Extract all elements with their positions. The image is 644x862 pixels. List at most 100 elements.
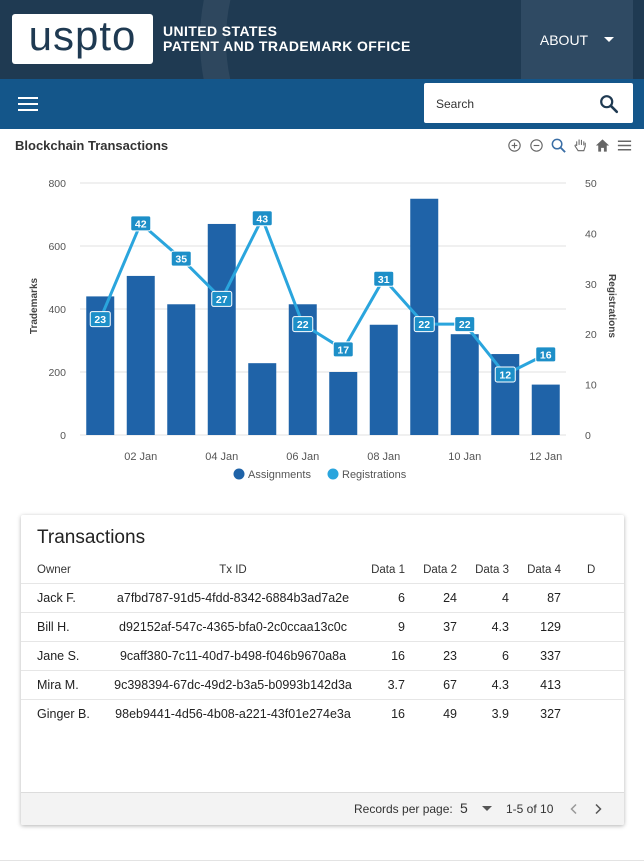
- cell-data2: 24: [413, 583, 465, 613]
- table-row[interactable]: Ginger B. 98eb9441-4d56-4b08-a221-43f01e…: [21, 699, 624, 728]
- data-label: 22: [297, 319, 309, 331]
- y-right-tick-label: 0: [585, 430, 591, 442]
- bar-assignments: [167, 304, 196, 435]
- cell-data5: [569, 641, 624, 671]
- magnifier-icon[interactable]: [550, 137, 567, 154]
- hamburger-menu-icon[interactable]: [18, 97, 38, 111]
- table-row[interactable]: Bill H. d92152af-547c-4365-bfa0-2c0ccaa1…: [21, 612, 624, 642]
- data-label: 31: [378, 274, 390, 286]
- data-label: 12: [499, 370, 511, 382]
- column-header-data3[interactable]: Data 3: [465, 556, 517, 584]
- y-right-tick-label: 40: [585, 228, 597, 240]
- column-header-data1[interactable]: Data 1: [361, 556, 413, 584]
- zoom-in-icon[interactable]: [506, 137, 523, 154]
- x-tick-label: 06 Jan: [286, 451, 319, 463]
- search-icon[interactable]: [598, 93, 620, 115]
- combo-chart: 0 200 400 600 800 0 10 20 30 40 50 Trademarks Regist…: [29, 178, 617, 481]
- agency-line-2: PATENT AND TRADEMARK OFFICE: [163, 38, 411, 54]
- card-title: Transactions: [37, 527, 146, 548]
- cell-owner: Jack F.: [21, 583, 105, 613]
- table-footer: Records per page: 5 1-5 of 10: [21, 792, 624, 825]
- cell-txid: 9c398394-67dc-49d2-b3a5-b0993b142d3a: [105, 670, 361, 700]
- column-header-data2[interactable]: Data 2: [413, 556, 465, 584]
- cell-owner: Mira M.: [21, 670, 105, 700]
- cell-data3: 4.3: [465, 612, 517, 642]
- table-row[interactable]: Jane S. 9caff380-7c11-40d7-b498-f046b967…: [21, 641, 624, 671]
- bar-assignments: [329, 372, 358, 435]
- cell-data2: 49: [413, 699, 465, 728]
- cell-data2: 37: [413, 612, 465, 642]
- column-header-owner[interactable]: Owner: [21, 556, 105, 584]
- cell-data1: 16: [361, 699, 413, 728]
- data-label: 22: [459, 319, 471, 331]
- cell-data3: 4.3: [465, 670, 517, 700]
- transactions-card: Transactions Owner Tx ID Data 1 Data 2 D…: [21, 515, 624, 825]
- cell-data2: 67: [413, 670, 465, 700]
- cell-txid: 9caff380-7c11-40d7-b498-f046b9670a8a: [105, 641, 361, 671]
- bar-assignments: [248, 363, 277, 435]
- bar-assignments: [126, 275, 155, 435]
- chevron-left-icon[interactable]: [567, 802, 581, 816]
- cell-data4: 129: [517, 612, 569, 642]
- cell-data5: [569, 699, 624, 728]
- table-header-row: Owner Tx ID Data 1 Data 2 Data 3 Data 4 …: [21, 556, 624, 584]
- y-left-tick-label: 600: [48, 241, 66, 253]
- header-bar: uspto UNITED STATES PATENT AND TRADEMARK…: [0, 0, 644, 79]
- x-tick-label: 08 Jan: [367, 451, 400, 463]
- data-label: 43: [256, 213, 268, 225]
- legend-marker-assignments: [233, 468, 245, 480]
- uspto-logo[interactable]: uspto: [12, 14, 153, 64]
- cell-data3: 6: [465, 641, 517, 671]
- cell-owner: Bill H.: [21, 612, 105, 642]
- table-row[interactable]: Jack F. a7fbd787-91d5-4fdd-8342-6884b3ad…: [21, 583, 624, 613]
- chevron-right-icon[interactable]: [591, 802, 605, 816]
- cell-data5: [569, 612, 624, 642]
- column-header-txid[interactable]: Tx ID: [105, 556, 361, 584]
- nav-bar: [0, 79, 644, 129]
- menu-icon[interactable]: [616, 137, 633, 154]
- column-header-data5[interactable]: D: [569, 556, 624, 584]
- dropdown-caret-icon: [482, 806, 492, 811]
- y-right-axis-title: Registrations: [606, 274, 617, 338]
- data-label: 35: [175, 254, 187, 266]
- column-header-data4[interactable]: Data 4: [517, 556, 569, 584]
- bar-assignments: [531, 384, 560, 435]
- line-registrations: [98, 216, 547, 377]
- cell-data1: 3.7: [361, 670, 413, 700]
- y-left-axis-title: Trademarks: [29, 277, 40, 334]
- y-right-tick-label: 10: [585, 380, 597, 392]
- cell-txid: a7fbd787-91d5-4fdd-8342-6884b3ad7a2e: [105, 583, 361, 613]
- cell-txid: d92152af-547c-4365-bfa0-2c0ccaa13c0c: [105, 612, 361, 642]
- chart-title: Blockchain Transactions: [15, 138, 169, 153]
- cell-data2: 23: [413, 641, 465, 671]
- bar-assignments: [369, 324, 398, 435]
- data-label: 22: [418, 319, 430, 331]
- data-label: 23: [94, 314, 106, 326]
- page-range: 1-5 of 10: [506, 802, 554, 816]
- cell-data3: 3.9: [465, 699, 517, 728]
- legend-label-registrations: Registrations: [342, 469, 407, 481]
- bar-assignments: [450, 334, 479, 435]
- home-icon[interactable]: [594, 137, 611, 154]
- cell-data1: 6: [361, 583, 413, 613]
- cell-data4: 327: [517, 699, 569, 728]
- records-per-page-label: Records per page:: [354, 802, 453, 816]
- x-tick-label: 10 Jan: [448, 451, 481, 463]
- search-input[interactable]: [434, 92, 588, 116]
- about-menu-button[interactable]: ABOUT: [521, 0, 633, 79]
- y-left-tick-label: 200: [48, 367, 66, 379]
- agency-name: UNITED STATES PATENT AND TRADEMARK OFFIC…: [163, 24, 411, 54]
- cell-data5: [569, 670, 624, 700]
- agency-line-1: UNITED STATES: [163, 23, 278, 39]
- table-row[interactable]: Mira M. 9c398394-67dc-49d2-b3a5-b0993b14…: [21, 670, 624, 700]
- data-label: 17: [337, 344, 349, 356]
- pan-hand-icon[interactable]: [572, 137, 589, 154]
- bar-assignments: [491, 354, 520, 435]
- cell-data1: 9: [361, 612, 413, 642]
- transactions-table: Owner Tx ID Data 1 Data 2 Data 3 Data 4 …: [21, 556, 624, 728]
- zoom-out-icon[interactable]: [528, 137, 545, 154]
- caret-down-icon: [604, 37, 615, 42]
- data-label: 42: [135, 218, 147, 230]
- x-tick-label: 04 Jan: [205, 451, 238, 463]
- cell-data3: 4: [465, 583, 517, 613]
